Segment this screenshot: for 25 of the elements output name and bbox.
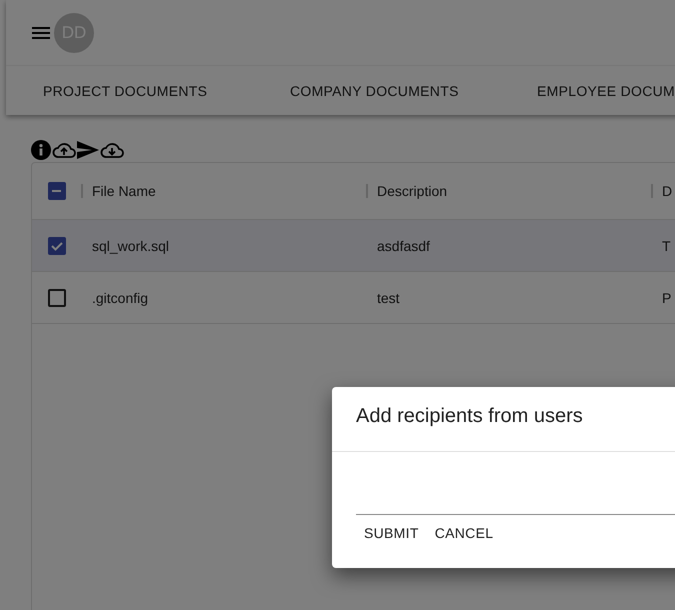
table-cell: asdfasdf xyxy=(377,238,430,254)
table-cell: sql_work.sql xyxy=(92,238,170,254)
tab[interactable]: COMPANY DOCUMENTS xyxy=(253,66,500,116)
column-header[interactable]: D xyxy=(662,183,672,199)
table-cell: .gitconfig xyxy=(92,290,148,306)
row-checkbox[interactable] xyxy=(48,236,66,254)
table-cell: T xyxy=(662,238,671,254)
select-all-checkbox[interactable] xyxy=(48,182,66,200)
column-header[interactable]: Description xyxy=(377,183,448,199)
dialog-title: Add recipients from users xyxy=(332,387,675,452)
table-cell: P xyxy=(662,290,672,306)
info-icon[interactable] xyxy=(31,140,51,160)
dialog-button[interactable]: SUBMIT xyxy=(356,521,427,545)
menu-icon[interactable] xyxy=(32,26,50,38)
column-header[interactable]: File Name xyxy=(92,183,156,199)
table-cell: test xyxy=(377,290,400,306)
cloud-download-icon[interactable] xyxy=(100,141,124,159)
send-icon[interactable] xyxy=(77,141,99,159)
dialog-button[interactable]: CANCEL xyxy=(426,521,502,545)
row-checkbox[interactable] xyxy=(48,288,66,306)
table-row[interactable]: .gitconfig test P xyxy=(32,272,675,324)
table-row[interactable]: sql_work.sql asdfasdf T xyxy=(32,220,675,272)
tab[interactable]: PROJECT DOCUMENTS xyxy=(6,66,253,116)
tab[interactable]: EMPLOYEE DOCUM xyxy=(500,66,675,116)
cloud-upload-icon[interactable] xyxy=(52,141,76,159)
